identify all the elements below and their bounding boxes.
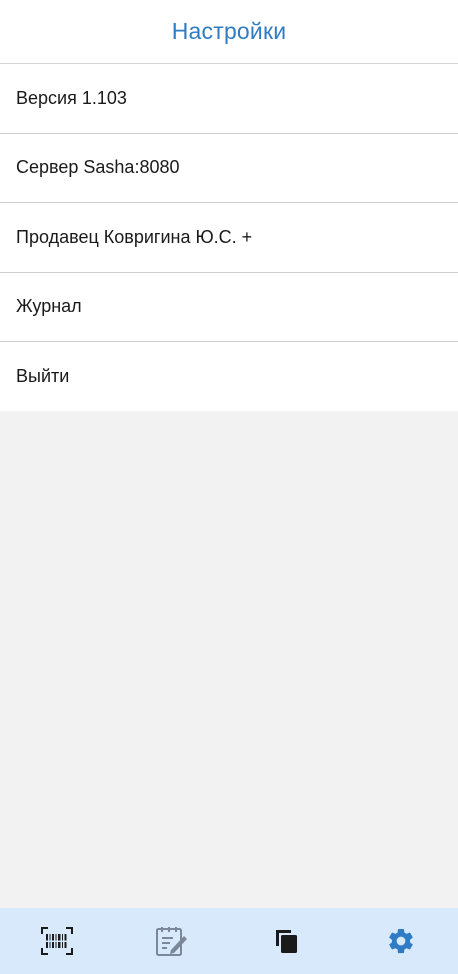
settings-item-version[interactable]: Версия 1.103 [0, 64, 458, 134]
settings-item-server[interactable]: Сервер Sasha:8080 [0, 134, 458, 203]
settings-item-logout[interactable]: Выйти [0, 342, 458, 412]
settings-item-label: Сервер Sasha:8080 [16, 157, 180, 178]
settings-screen: Настройки Версия 1.103 Сервер Sasha:8080… [0, 0, 458, 974]
tab-settings[interactable] [371, 916, 431, 966]
settings-item-label: Версия 1.103 [16, 87, 127, 108]
tab-copies[interactable] [256, 916, 316, 966]
copy-stack-icon [276, 930, 298, 953]
settings-item-seller[interactable]: Продавец Ковригина Ю.С. + [0, 203, 458, 273]
tab-edit[interactable] [142, 916, 202, 966]
tab-scanner[interactable] [27, 916, 87, 966]
gear-icon [389, 929, 413, 954]
barcode-scan-icon [41, 927, 74, 955]
settings-item-label: Продавец Ковригина Ю.С. + [16, 226, 253, 247]
empty-content-area [0, 411, 458, 908]
settings-item-label: Выйти [16, 365, 70, 386]
settings-item-label: Журнал [16, 296, 82, 317]
settings-list: Версия 1.103 Сервер Sasha:8080 Продавец … [0, 64, 458, 412]
app-header: Настройки [0, 0, 458, 64]
page-title: Настройки [171, 18, 287, 44]
edit-note-icon [155, 927, 187, 956]
settings-item-journal[interactable]: Журнал [0, 273, 458, 342]
bottom-tab-bar [0, 908, 458, 974]
